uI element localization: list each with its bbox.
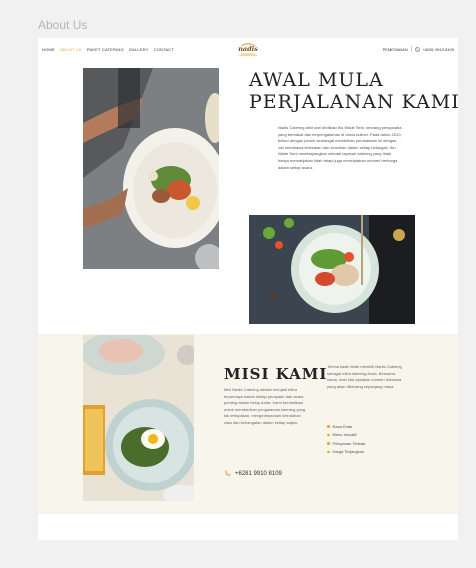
brand-logo[interactable]: nadis CATERING <box>237 42 259 58</box>
site-header: HOME ABOUT US PAKET CATERING GALLERY CON… <box>38 38 458 62</box>
feature-label: Rasa Enak <box>332 423 353 429</box>
feature-label: Harga Terjangkau <box>332 449 365 455</box>
mission-section: MISI KAMI Misi Nadis Catering adalah men… <box>38 334 458 514</box>
egg-plate-photo <box>83 335 194 501</box>
nav-home[interactable]: HOME <box>42 47 55 52</box>
bullet-icon <box>327 425 330 428</box>
mission-heading: MISI KAMI <box>224 365 328 383</box>
header-contact: PEMESANAN +6281 9910 8109 <box>383 46 454 52</box>
page-frame: HOME ABOUT US PAKET CATERING GALLERY CON… <box>38 38 458 540</box>
bullet-icon <box>327 433 330 436</box>
page-label: About Us <box>38 18 88 32</box>
bullet-icon <box>327 442 330 445</box>
bullet-icon <box>327 450 330 453</box>
header-divider <box>410 46 412 52</box>
feature-item: Pelayanan Terbaik <box>327 439 365 448</box>
nav-contact[interactable]: CONTACT <box>154 47 174 52</box>
mission-paragraph: Misi Nadis Catering adalah menjadi mitra… <box>224 387 306 425</box>
order-link[interactable]: PEMESANAN <box>383 47 408 52</box>
dining-photo <box>83 68 219 269</box>
about-heading-line-2: PERJALANAN KAMI <box>249 91 458 113</box>
nav-gallery[interactable]: GALLERY <box>129 47 149 52</box>
phone-icon <box>225 470 231 476</box>
salad-bowl-photo <box>249 215 415 324</box>
brand-name: nadis <box>238 45 258 53</box>
feature-item: Harga Terjangkau <box>327 448 365 457</box>
feature-list: Rasa Enak Menu Inovatif Pelayanan Terbai… <box>327 422 365 456</box>
feature-label: Menu Inovatif <box>332 432 357 438</box>
brand-sub: CATERING <box>240 53 256 56</box>
mission-phone[interactable]: +6281 9910 8109 <box>224 470 282 477</box>
thanks-paragraph: Terima kasih telah memilih Nadis Caterin… <box>327 364 402 389</box>
header-phone[interactable]: +6281 9910 8109 <box>423 47 454 52</box>
nav-about-us[interactable]: ABOUT US <box>60 47 82 52</box>
feature-item: Rasa Enak <box>327 422 365 431</box>
main-nav: HOME ABOUT US PAKET CATERING GALLERY CON… <box>42 47 174 52</box>
mission-phone-number: +6281 9910 8109 <box>235 470 282 477</box>
whatsapp-icon[interactable] <box>415 46 420 52</box>
feature-label: Pelayanan Terbaik <box>332 440 366 446</box>
about-heading-line-1: AWAL MULA <box>249 69 384 91</box>
nav-paket-catering[interactable]: PAKET CATERING <box>87 47 124 52</box>
about-paragraph: Nadis Catering lahir dari dedikasi Ibu W… <box>278 125 402 170</box>
about-heading: AWAL MULA PERJALANAN KAMI <box>249 69 458 113</box>
feature-item: Menu Inovatif <box>327 431 365 440</box>
